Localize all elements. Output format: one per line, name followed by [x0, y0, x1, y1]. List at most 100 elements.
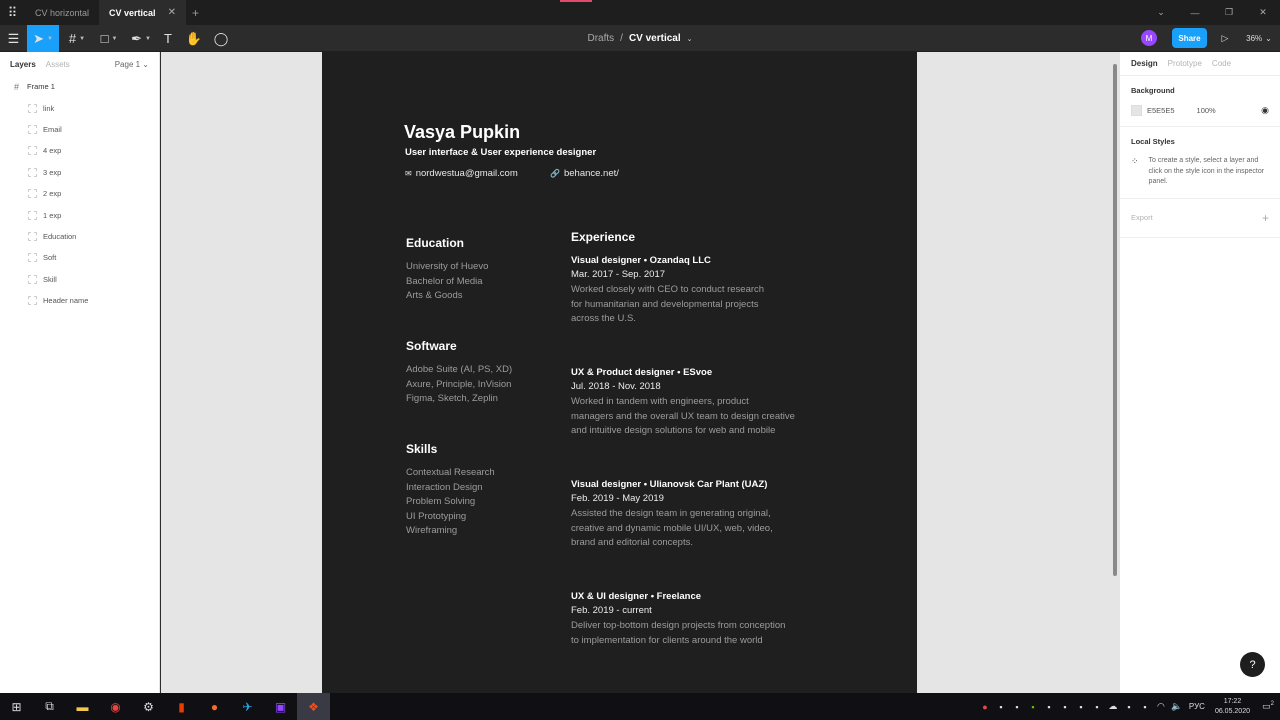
layer-email[interactable]: Email: [0, 119, 159, 140]
tray-app-icon[interactable]: ▪: [1121, 702, 1137, 712]
group-icon: [28, 210, 37, 220]
figma-app-icon[interactable]: ❖: [297, 693, 330, 720]
tray-app-icon[interactable]: ▪: [1073, 702, 1089, 712]
twitch-icon[interactable]: ▣: [264, 693, 297, 720]
experience-item: Visual designer • Ulianovsk Car Plant (U…: [571, 478, 841, 551]
canvas[interactable]: Vasya Pupkin User interface & User exper…: [161, 52, 1119, 693]
list-item: Bachelor of Media: [406, 275, 483, 287]
steam-tray-icon[interactable]: ▪: [1089, 702, 1105, 712]
cv-frame[interactable]: Vasya Pupkin User interface & User exper…: [322, 52, 917, 693]
tab-prototype[interactable]: Prototype: [1168, 59, 1202, 68]
bg-opacity-input[interactable]: 100%: [1197, 106, 1216, 115]
figma-logo-icon[interactable]: ⠿: [0, 0, 25, 25]
tab-layers[interactable]: Layers: [10, 60, 36, 69]
windows-start-icon[interactable]: ⊞: [0, 693, 33, 720]
layer-label: 3 exp: [43, 167, 62, 177]
color-swatch[interactable]: [1131, 105, 1142, 116]
layer-4-exp[interactable]: 4 exp: [0, 140, 159, 161]
group-icon: [28, 189, 37, 199]
notifications-icon[interactable]: ▭2: [1256, 701, 1280, 712]
text-tool-button[interactable]: T: [158, 25, 178, 52]
hand-tool-button[interactable]: ✋: [183, 25, 205, 52]
layer-frame-1[interactable]: # Frame 1: [0, 76, 159, 97]
chevron-down-icon[interactable]: ⌄: [1144, 0, 1178, 25]
close-tab-icon[interactable]: ✕: [168, 7, 176, 18]
tray-app-icon[interactable]: ▪: [993, 702, 1009, 712]
avatar[interactable]: M: [1141, 30, 1157, 46]
layer-label: Skill: [43, 274, 57, 284]
task-view-icon[interactable]: ⧉: [33, 693, 66, 720]
frame-icon: #: [13, 81, 19, 92]
tab-design[interactable]: Design: [1131, 59, 1158, 68]
layer-2-exp[interactable]: 2 exp: [0, 183, 159, 204]
file-name[interactable]: CV vertical: [629, 33, 681, 44]
shape-tool-button[interactable]: □ ▼: [94, 25, 124, 52]
file-explorer-icon[interactable]: ▬: [66, 693, 99, 720]
help-button[interactable]: ?: [1240, 652, 1265, 677]
mic-icon[interactable]: ●: [977, 702, 993, 712]
language-indicator[interactable]: РУС: [1189, 702, 1205, 711]
layer-skill[interactable]: Skill: [0, 269, 159, 290]
clock-time: 17:22: [1223, 697, 1242, 705]
background-title: Background: [1131, 86, 1175, 95]
onedrive-icon[interactable]: ☁: [1105, 701, 1121, 712]
speaker-icon[interactable]: 🔈: [1169, 701, 1185, 712]
network-icon[interactable]: ▪: [1137, 702, 1153, 712]
link-icon: 🔗: [550, 169, 560, 178]
main-menu-icon[interactable]: ☰: [0, 25, 27, 52]
tab-code[interactable]: Code: [1212, 59, 1231, 68]
group-icon: [28, 103, 37, 113]
eye-icon[interactable]: ◉: [1261, 105, 1269, 116]
frame-tool-button[interactable]: # ▼: [62, 25, 92, 52]
tray-app-icon[interactable]: ▪: [1009, 702, 1025, 712]
telegram-icon[interactable]: ✈: [231, 693, 264, 720]
tab-cv-horizontal[interactable]: CV horizontal: [25, 0, 99, 25]
layer-soft[interactable]: Soft: [0, 247, 159, 268]
minimize-icon[interactable]: —: [1178, 0, 1212, 25]
tray-app-icon[interactable]: ▪: [1041, 702, 1057, 712]
design-panel: Design Prototype Code Background E5E5E5 …: [1119, 52, 1280, 693]
pen-tool-button[interactable]: ✒ ▼: [126, 25, 156, 52]
bg-hex-input[interactable]: E5E5E5: [1147, 106, 1175, 115]
layer-education[interactable]: Education: [0, 226, 159, 247]
share-button[interactable]: Share: [1172, 28, 1207, 48]
breadcrumb-drafts[interactable]: Drafts: [587, 33, 614, 44]
layer-link[interactable]: link: [0, 97, 159, 118]
layer-1-exp[interactable]: 1 exp: [0, 204, 159, 225]
headset-icon[interactable]: ◠: [1153, 701, 1169, 712]
steam-icon[interactable]: ⚙: [132, 693, 165, 720]
nvidia-icon[interactable]: ▪: [1025, 702, 1041, 712]
tray-app-icon[interactable]: ▪: [1057, 702, 1073, 712]
rectangle-icon: □: [100, 31, 109, 46]
tab-cv-vertical[interactable]: CV vertical ✕: [99, 0, 186, 25]
zoom-dropdown[interactable]: 36% ⌄: [1240, 28, 1278, 48]
skills-heading: Skills: [406, 442, 438, 456]
layer-3-exp[interactable]: 3 exp: [0, 162, 159, 183]
list-item: University of Huevo: [406, 261, 489, 272]
desc-line: Worked in tandem with engineers, product: [571, 396, 749, 407]
maximize-icon[interactable]: ❐: [1212, 0, 1246, 25]
comment-tool-button[interactable]: ◯: [210, 25, 232, 52]
clock[interactable]: 17:22 06.05.2020: [1215, 697, 1250, 717]
pen-icon: ✒: [131, 30, 142, 46]
link-text: behance.net/: [563, 168, 619, 179]
list-item: Problem Solving: [406, 496, 476, 507]
local-styles-hint: To create a style, select a layer and cl…: [1148, 157, 1265, 185]
inspector-tabs: Design Prototype Code: [1120, 52, 1280, 76]
office-icon[interactable]: ▮: [165, 693, 198, 720]
vertical-scrollbar[interactable]: [1113, 64, 1117, 576]
tab-label: CV vertical: [109, 7, 156, 18]
origin-icon[interactable]: ●: [198, 693, 231, 720]
present-play-icon[interactable]: ▷: [1216, 28, 1234, 48]
add-tab-icon[interactable]: +: [192, 6, 199, 20]
move-tool-button[interactable]: ➤ ▼: [27, 25, 59, 52]
tab-assets[interactable]: Assets: [46, 60, 70, 69]
chrome-icon[interactable]: ◉: [99, 693, 132, 720]
style-grid-icon: ⁘: [1131, 156, 1139, 166]
local-styles-hint-row: ⁘ To create a style, select a layer and …: [1131, 156, 1269, 188]
close-window-icon[interactable]: ✕: [1246, 0, 1280, 25]
tab-bar: ⠿ CV horizontal CV vertical ✕ + ⌄ — ❐ ✕: [0, 0, 1280, 25]
layer-header-name[interactable]: Header name: [0, 290, 159, 311]
page-selector[interactable]: Page 1 ⌄: [115, 60, 149, 69]
add-export-icon[interactable]: +: [1262, 211, 1269, 225]
